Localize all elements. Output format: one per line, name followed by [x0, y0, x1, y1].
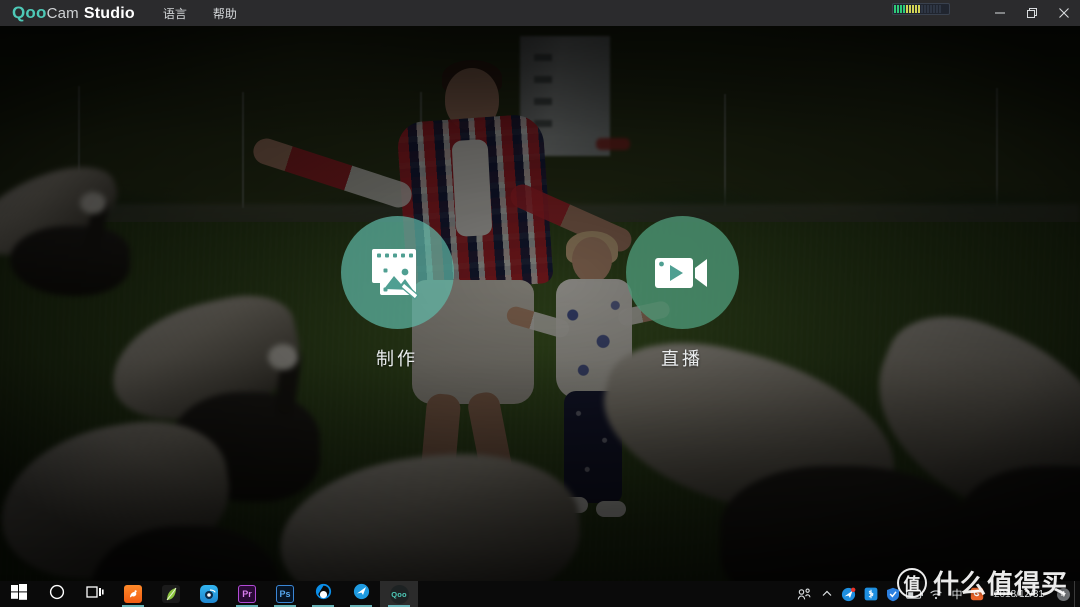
main-stage: 制作 直播	[0, 26, 1080, 581]
action-buttons: 制作 直播	[0, 26, 1080, 581]
make-action-circle[interactable]	[340, 216, 454, 329]
uc-browser-icon	[124, 585, 142, 603]
tray-security-shield-icon[interactable]	[882, 581, 904, 607]
video-camera-icon	[653, 251, 711, 295]
live-action-label: 直播	[661, 349, 703, 369]
menu-language[interactable]: 语言	[161, 2, 189, 25]
taskbar-app-camera[interactable]	[190, 581, 228, 607]
windows-taskbar: Pr Ps Qoo 中 2018/12/31 4	[0, 581, 1080, 607]
app-logo: Qoo Cam Studio	[12, 3, 135, 23]
live-action-button[interactable]: 直播	[607, 216, 757, 371]
tray-people-icon[interactable]	[794, 581, 816, 607]
brand-cam: Cam	[46, 5, 79, 22]
taskbar-app-qoocam[interactable]: Qoo	[380, 581, 418, 607]
window-controls	[892, 0, 1080, 26]
make-action-button[interactable]: 制作	[322, 216, 472, 371]
blue-bird-icon	[353, 583, 370, 605]
audio-level-meter	[892, 3, 950, 15]
tray-ime-icon[interactable]: 中	[948, 581, 966, 607]
notification-center-button[interactable]: 4	[1052, 581, 1074, 607]
taskbar-app-bird[interactable]	[342, 581, 380, 607]
live-action-circle[interactable]	[625, 216, 739, 329]
title-bar: Qoo Cam Studio 语言 帮助	[0, 0, 1080, 26]
taskbar-app-uc-browser[interactable]	[114, 581, 152, 607]
tray-battery-icon[interactable]	[904, 581, 926, 607]
photo-film-edit-icon	[368, 245, 426, 301]
brand-qoo: Qoo	[12, 3, 47, 22]
app-window: Qoo Cam Studio 语言 帮助 制作 直播 Pr Ps Qoo 中 2…	[0, 0, 1080, 607]
blue-camera-icon	[200, 585, 218, 603]
tray-bluetooth-icon[interactable]	[860, 581, 882, 607]
green-leaf-icon	[162, 585, 180, 603]
tray-network-icon[interactable]	[926, 581, 948, 607]
brand-studio: Studio	[83, 5, 135, 22]
cortana-search-button[interactable]	[38, 581, 76, 607]
taskbar-app-qq-circle[interactable]	[304, 581, 342, 607]
white-circle-app-icon	[315, 583, 332, 605]
close-button[interactable]	[1048, 0, 1080, 26]
qoocam-icon: Qoo	[389, 584, 409, 604]
tray-sogou-icon[interactable]	[966, 581, 988, 607]
circle-icon	[49, 584, 65, 605]
taskbar-clock[interactable]: 2018/12/31	[988, 581, 1052, 607]
menu-help[interactable]: 帮助	[211, 2, 239, 25]
tray-blue-app-icon[interactable]	[838, 581, 860, 607]
tray-show-hidden-icons[interactable]	[816, 581, 838, 607]
clock-date: 2018/12/31	[993, 588, 1044, 600]
menu-bar: 语言 帮助	[161, 2, 239, 25]
photoshop-icon: Ps	[276, 585, 294, 603]
taskbar-items: Pr Ps Qoo	[0, 581, 418, 607]
start-button[interactable]	[0, 581, 38, 607]
taskbar-app-leaf[interactable]	[152, 581, 190, 607]
show-desktop-button[interactable]	[1074, 581, 1080, 607]
notification-badge: 4	[1056, 587, 1070, 601]
premiere-icon: Pr	[238, 585, 256, 603]
taskbar-app-photoshop[interactable]: Ps	[266, 581, 304, 607]
maximize-restore-button[interactable]	[1016, 0, 1048, 26]
system-tray: 中 2018/12/31 4	[794, 581, 1080, 607]
task-view-button[interactable]	[76, 581, 114, 607]
taskbar-app-premiere[interactable]: Pr	[228, 581, 266, 607]
windows-logo-icon	[11, 583, 27, 605]
make-action-label: 制作	[376, 349, 418, 369]
minimize-button[interactable]	[984, 0, 1016, 26]
task-view-icon	[86, 585, 104, 604]
